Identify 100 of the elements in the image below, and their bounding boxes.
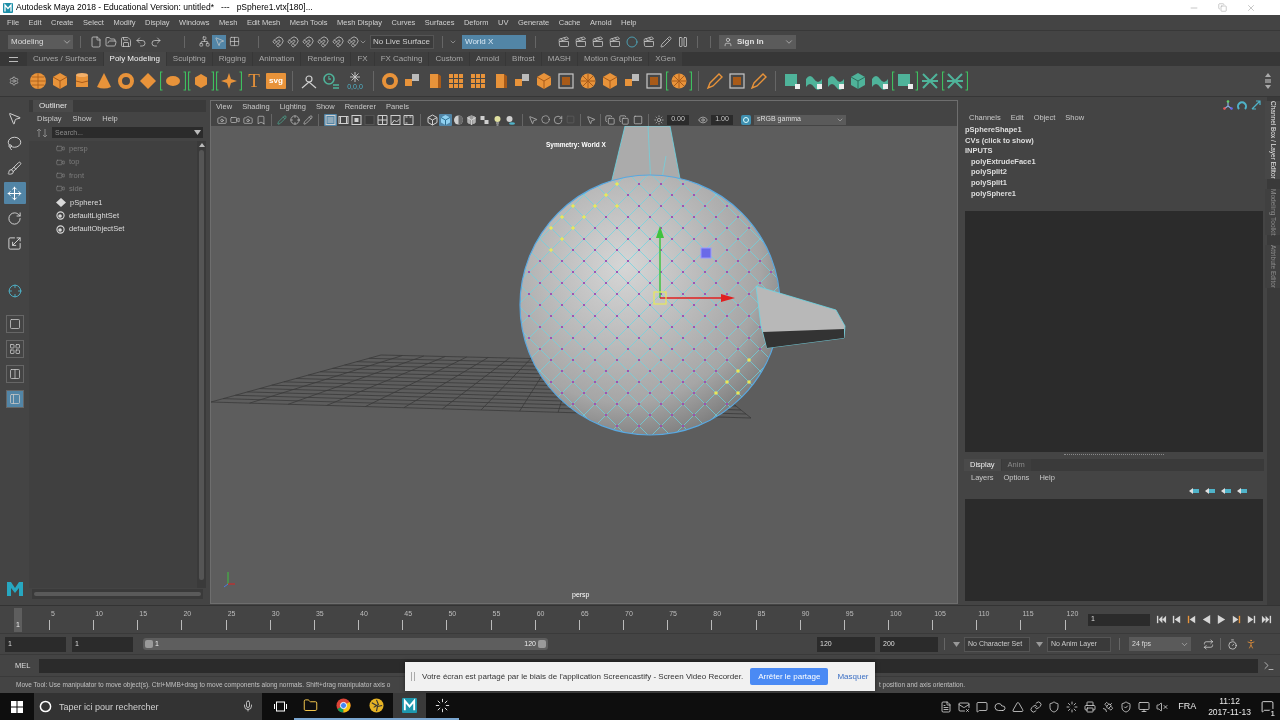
shaded-toggle[interactable] [439,113,452,126]
shelf-tab[interactable]: FX [351,52,374,66]
axes-icon[interactable] [1223,100,1233,110]
mail-icon[interactable] [958,700,971,713]
layer-arrow-icon[interactable] [1205,487,1215,496]
loading-icon[interactable] [1066,700,1079,713]
loading-icon[interactable] [435,698,450,713]
square-icon[interactable] [892,71,918,91]
round-logo-icon[interactable] [336,698,351,713]
wheel-icon[interactable] [578,71,598,91]
shelf-tab[interactable]: Motion Graphics [577,52,649,66]
bookmark-icon[interactable] [256,114,266,125]
undo-icon[interactable] [135,35,147,48]
monitor-icon[interactable] [1138,700,1151,713]
gate-toggle[interactable] [350,113,363,126]
horizontal-scrollbar[interactable] [32,589,203,599]
arrow-icon[interactable] [1251,100,1261,110]
triangle-icon[interactable] [1012,700,1025,713]
sphere-icon[interactable] [28,71,48,91]
microphone-icon[interactable] [242,700,254,712]
shelf-tab[interactable]: Arnold [470,52,506,66]
move-manipulator-drawing[interactable] [653,226,735,305]
panel-tab[interactable]: Outliner [33,100,73,112]
pause-icon[interactable] [677,35,689,48]
link-icon[interactable] [1030,700,1043,713]
clapperboard-icon[interactable] [575,35,587,48]
timer-icon[interactable] [1227,638,1238,650]
file-icon[interactable] [90,35,102,48]
key-forward-icon[interactable] [1231,614,1242,625]
shield-check-icon[interactable] [1120,700,1133,713]
shelf-tab[interactable]: FX Caching [374,52,429,66]
clock-time[interactable]: 11:12 [1219,695,1240,707]
layer-arrow-icon[interactable] [1221,487,1231,496]
magnet-icon[interactable] [332,35,344,48]
list-toggle[interactable] [324,113,337,126]
symmetry-field[interactable]: World X [462,34,526,49]
vertical-scrollbar[interactable] [197,141,206,588]
shelf-tab[interactable]: Bifrost [506,52,541,66]
caret-icon[interactable] [194,130,201,135]
folder-icon[interactable] [303,698,318,713]
sun-icon[interactable] [654,114,664,125]
ring-tile-icon[interactable] [741,114,751,125]
shelf-tab[interactable]: XGen [649,52,682,66]
figure-icon[interactable] [1245,638,1257,650]
magnet-icon[interactable] [287,35,299,48]
camera-icon[interactable] [243,114,253,125]
copy-icon[interactable] [605,114,615,125]
magnet-icon[interactable] [347,35,359,48]
magnet-icon[interactable] [317,35,329,48]
cube-icon[interactable] [600,71,620,91]
user-icon[interactable] [723,36,733,47]
magnet-icon[interactable] [302,35,314,48]
tiles-logo-icon[interactable] [11,700,23,713]
script-editor-icon[interactable] [1263,659,1275,672]
pointer-icon[interactable] [528,114,538,125]
skip-end-icon[interactable] [1261,614,1272,625]
frame-icon[interactable] [556,71,576,91]
type-tool-button[interactable]: T [244,71,264,91]
sign-in-dropdown[interactable]: Sign In [719,34,796,49]
slider-handle-icon[interactable] [145,640,153,648]
pointer-icon[interactable] [586,114,596,125]
shelf-tab[interactable]: Rigging [212,52,252,66]
shield-icon[interactable] [1048,700,1061,713]
key-back-icon[interactable] [1186,614,1197,625]
save-icon[interactable] [120,35,132,48]
clapperboard-icon[interactable] [643,35,655,48]
live-surface-field[interactable]: No Live Surface [370,34,434,49]
caret-icon[interactable] [1036,641,1043,647]
sparkle-icon[interactable] [349,71,361,83]
halfshade-toggle[interactable] [452,113,465,126]
clapperboard-icon[interactable] [558,35,570,48]
crosshair-icon[interactable] [7,284,22,298]
step-back-icon[interactable] [1171,614,1182,625]
slider-handle-icon[interactable] [538,640,546,648]
cube-icon[interactable] [50,71,70,91]
grid-icon[interactable] [446,71,466,91]
loop-icon[interactable] [1203,638,1214,650]
clapperboard-icon[interactable] [609,35,621,48]
search-field[interactable]: Taper ici pour rechercher [34,693,262,720]
drag-handle-icon[interactable] [411,672,415,681]
square-icon[interactable] [782,71,802,91]
shelf-tab[interactable]: Poly Modeling [103,52,166,66]
message-icon[interactable] [1260,700,1274,713]
camera-icon[interactable] [217,114,227,125]
shelf-tab[interactable]: Rendering [301,52,351,66]
circle-icon[interactable] [626,35,638,48]
image-toggle[interactable] [389,113,402,126]
cloud-icon[interactable] [994,700,1007,713]
task-view-icon[interactable] [273,701,287,712]
muted-speaker-icon[interactable] [1156,700,1169,713]
hide-link[interactable]: Masquer [837,670,869,683]
cone-icon[interactable] [94,71,114,91]
play-icon[interactable] [1216,614,1227,625]
resize-handle[interactable] [1064,454,1164,458]
printer-icon[interactable] [1084,700,1097,713]
arc-icon[interactable] [1237,100,1247,110]
magnet-icon[interactable] [272,35,284,48]
frame-icon[interactable] [727,71,747,91]
cube-icon[interactable] [534,71,554,91]
diamond-icon[interactable] [138,71,158,91]
